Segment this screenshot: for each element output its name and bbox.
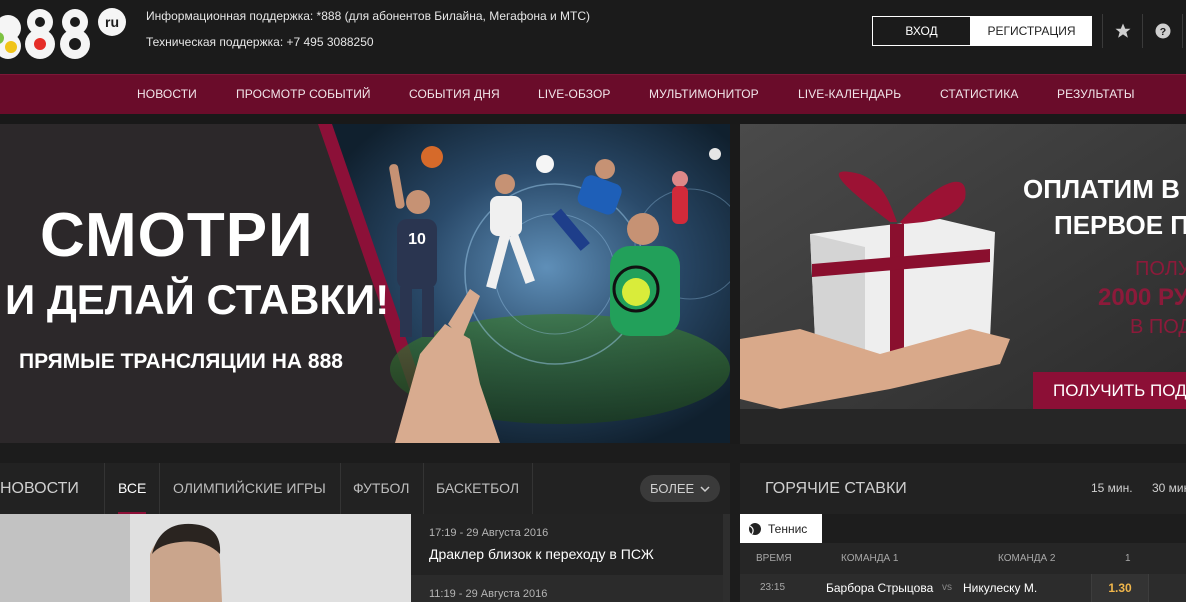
- news-time: 11:19 - 29 Августа 2016: [429, 588, 548, 600]
- 888-logo[interactable]: ru: [0, 2, 130, 60]
- tab-football[interactable]: ФУТБОЛ: [353, 463, 409, 514]
- login-button[interactable]: ВХОД: [872, 16, 971, 46]
- support-info-text: Информационная поддержка: *888 (для абон…: [146, 9, 591, 23]
- banner-title-line1: СМОТРИ: [40, 201, 314, 270]
- odds-button[interactable]: 1.30: [1091, 574, 1149, 602]
- help-icon[interactable]: ?: [1152, 20, 1174, 42]
- support-tech-text: Техническая поддержка: +7 495 3088250: [146, 35, 374, 49]
- news-section-title: НОВОСТИ: [0, 480, 79, 497]
- odds-table-header: ВРЕМЯ КОМАНДА 1 КОМАНДА 2 1: [740, 543, 1186, 574]
- nav-spacer: [0, 114, 1186, 124]
- nav-item-statistics[interactable]: СТАТИСТИКА: [940, 75, 1018, 113]
- nav-item-events[interactable]: ПРОСМОТР СОБЫТИЙ: [236, 75, 371, 113]
- team2-name: Никулеску М.: [963, 581, 1038, 595]
- filter-30-min[interactable]: 30 мин: [1152, 463, 1186, 514]
- main-banner[interactable]: 10 СМОТРИ И ДЕЛАЙ СТАВКИ! ПРЯМЫЕ ТРАНСЛЯ…: [0, 124, 730, 443]
- news-tabs-bar: НОВОСТИ ВСЕ ОЛИМПИЙСКИЕ ИГРЫ ФУТБОЛ БАСК…: [0, 463, 730, 514]
- more-label: БОЛЕЕ: [650, 481, 695, 496]
- list-item[interactable]: 11:19 - 29 Августа 2016: [411, 575, 723, 602]
- header-divider: [1142, 14, 1143, 48]
- promo-amount: 2000 РУ: [1098, 284, 1186, 311]
- nav-item-live-calendar[interactable]: LIVE-КАЛЕНДАРЬ: [798, 75, 901, 113]
- svg-text:?: ?: [1160, 26, 1166, 38]
- news-photo[interactable]: [0, 514, 411, 602]
- news-time: 17:19 - 29 Августа 2016: [429, 527, 549, 539]
- tab-divider: [104, 463, 105, 514]
- column-team1: КОМАНДА 1: [841, 553, 899, 564]
- tab-olympics[interactable]: ОЛИМПИЙСКИЕ ИГРЫ: [173, 463, 326, 514]
- sport-tab-label: Теннис: [768, 521, 808, 536]
- tab-divider: [532, 463, 533, 514]
- promo-title-line1: ОПЛАТИМ В: [1023, 174, 1180, 204]
- tennis-ball-icon: [748, 522, 762, 536]
- svg-text:10: 10: [408, 231, 426, 248]
- team1-name: Барбора Стрыцова: [826, 581, 934, 595]
- column-team2: КОМАНДА 2: [998, 553, 1056, 564]
- header-divider: [1102, 14, 1103, 48]
- register-button[interactable]: РЕГИСТРАЦИЯ: [971, 16, 1092, 46]
- nav-item-live-review[interactable]: LIVE-ОБЗОР: [538, 75, 611, 113]
- tab-tennis[interactable]: Теннис: [740, 514, 822, 543]
- column-odd1: 1: [1125, 553, 1131, 564]
- header-divider: [1182, 14, 1183, 48]
- tab-basketball[interactable]: БАСКЕТБОЛ: [436, 463, 519, 514]
- filter-15-min[interactable]: 15 мин.: [1091, 463, 1133, 514]
- promo-title-line2: ПЕРВОЕ П: [1054, 210, 1186, 240]
- top-header: ru Информационная поддержка: *888 (для а…: [0, 0, 1186, 74]
- tab-all[interactable]: ВСЕ: [118, 463, 147, 514]
- vs-label: vs: [942, 582, 952, 593]
- nav-item-multimonitor[interactable]: МУЛЬТИМОНИТОР: [649, 75, 759, 113]
- tab-divider: [340, 463, 341, 514]
- nav-item-events-of-day[interactable]: СОБЫТИЯ ДНЯ: [409, 75, 500, 113]
- table-row[interactable]: 23:15 Барбора Стрыцова vs Никулеску М. 1…: [740, 574, 1186, 602]
- hot-bets-title: ГОРЯЧИЕ СТАВКИ: [765, 480, 907, 497]
- tab-divider: [159, 463, 160, 514]
- banner-gap: [730, 124, 740, 444]
- hot-bets-bar: ГОРЯЧИЕ СТАВКИ 15 мин. 30 мин: [740, 463, 1186, 514]
- column-time: ВРЕМЯ: [756, 553, 792, 564]
- promo-banner[interactable]: ОПЛАТИМ В ПЕРВОЕ П ПОЛУ 2000 РУ В ПОД ПО…: [740, 124, 1186, 409]
- main-nav: НОВОСТИ ПРОСМОТР СОБЫТИЙ СОБЫТИЯ ДНЯ LIV…: [0, 74, 1186, 114]
- promo-button[interactable]: ПОЛУЧИТЬ ПОД: [1053, 381, 1186, 401]
- banner-title-line2: И ДЕЛАЙ СТАВКИ!: [5, 276, 390, 323]
- news-list: 17:19 - 29 Августа 2016 Драклер близок к…: [411, 514, 723, 602]
- banner-subtitle: ПРЯМЫЕ ТРАНСЛЯЦИИ НА 888: [19, 350, 343, 373]
- tab-divider: [423, 463, 424, 514]
- match-time: 23:15: [760, 582, 786, 593]
- promo-text-line3: ПОЛУ: [1135, 258, 1186, 280]
- news-scrollbar[interactable]: [723, 514, 730, 602]
- sport-tabs-strip: [822, 514, 1186, 543]
- star-icon[interactable]: [1112, 20, 1134, 42]
- promo-banner-footer: [740, 409, 1186, 444]
- svg-text:ru: ru: [105, 14, 119, 30]
- nav-item-news[interactable]: НОВОСТИ: [137, 75, 197, 113]
- news-headline: Драклер близок к переходу в ПСЖ: [429, 546, 654, 562]
- nav-item-results[interactable]: РЕЗУЛЬТАТЫ: [1057, 75, 1135, 113]
- promo-text-line5: В ПОД: [1130, 316, 1186, 338]
- more-dropdown[interactable]: БОЛЕЕ: [640, 475, 720, 502]
- list-item[interactable]: 17:19 - 29 Августа 2016 Драклер близок к…: [411, 514, 723, 574]
- chevron-down-icon: [700, 485, 710, 493]
